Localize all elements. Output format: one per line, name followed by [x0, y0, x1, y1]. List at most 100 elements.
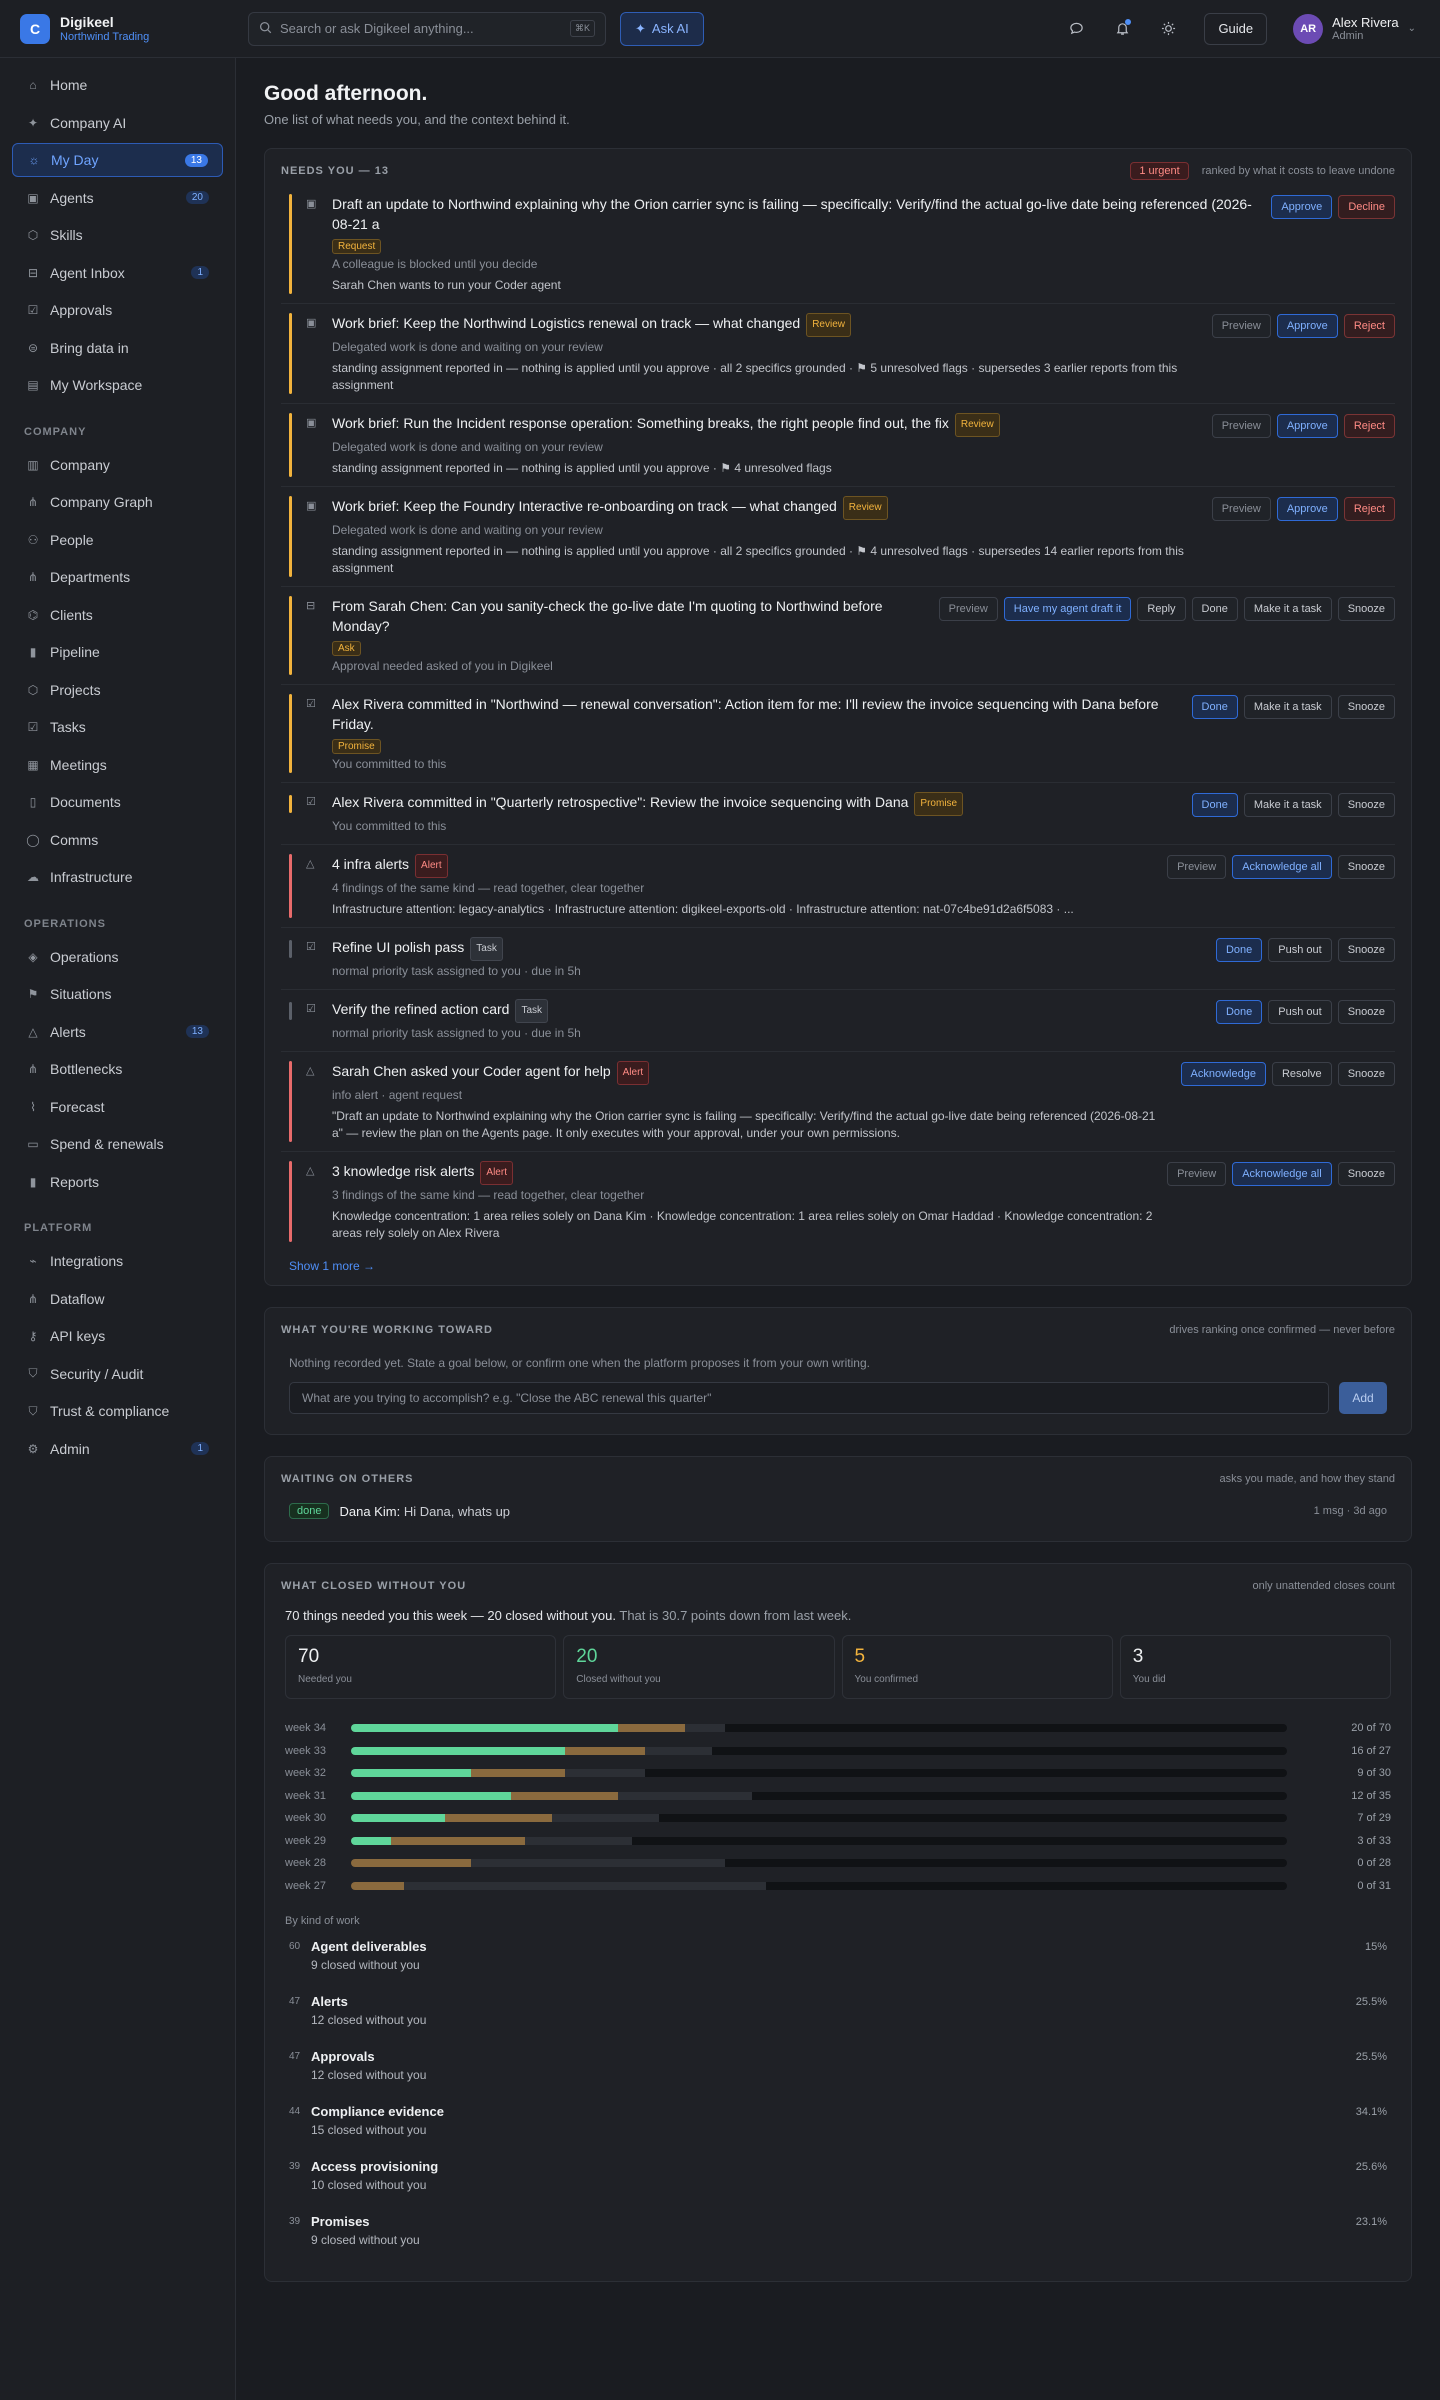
guide-button[interactable]: Guide: [1204, 12, 1268, 45]
acknowledge-button[interactable]: Acknowledge: [1180, 1062, 1266, 1086]
preview-button[interactable]: Preview: [1211, 497, 1271, 521]
reply-button[interactable]: Reply: [1137, 597, 1186, 621]
needs-item[interactable]: △ Sarah Chen asked your Coder agent for h…: [281, 1052, 1395, 1152]
sidebar-item-my-workspace[interactable]: ▤ My Workspace: [12, 368, 223, 402]
snooze-button[interactable]: Snooze: [1337, 855, 1395, 879]
done-button[interactable]: Done: [1191, 793, 1238, 817]
sidebar-item-home[interactable]: ⌂ Home: [12, 68, 223, 102]
make-it-a-task-button[interactable]: Make it a task: [1243, 597, 1332, 621]
sidebar-item-api-keys[interactable]: ⚷ API keys: [12, 1319, 223, 1353]
done-button[interactable]: Done: [1215, 938, 1263, 962]
needs-item[interactable]: △ 4 infra alerts Alert 4 findings of the sa…: [281, 845, 1395, 928]
snooze-button[interactable]: Snooze: [1337, 695, 1395, 719]
kind-row[interactable]: 44 Compliance evidence 15 closed without y…: [281, 2100, 1395, 2155]
needs-item[interactable]: ▣ Work brief: Run the Incident response o…: [281, 404, 1395, 487]
sidebar-item-trust-compliance[interactable]: ⛉ Trust & compliance: [12, 1394, 223, 1428]
needs-item[interactable]: ☑ Alex Rivera committed in "Quarterly ret…: [281, 783, 1395, 845]
user-menu[interactable]: AR Alex Rivera Admin ⌄: [1293, 13, 1416, 44]
sidebar-item-integrations[interactable]: ⌁ Integrations: [12, 1244, 223, 1278]
approve-button[interactable]: Approve: [1276, 414, 1338, 438]
resolve-button[interactable]: Resolve: [1271, 1062, 1332, 1086]
needs-item[interactable]: ☑ Alex Rivera committed in "Northwind — r…: [281, 685, 1395, 783]
snooze-button[interactable]: Snooze: [1337, 1000, 1395, 1024]
sidebar-item-bottlenecks[interactable]: ⋔ Bottlenecks: [12, 1052, 223, 1086]
approve-button[interactable]: Approve: [1271, 195, 1333, 219]
sidebar-item-my-day[interactable]: ☼ My Day 13: [12, 143, 223, 177]
have-my-agent-draft-it-button[interactable]: Have my agent draft it: [1003, 597, 1132, 621]
snooze-button[interactable]: Snooze: [1337, 793, 1395, 817]
sidebar-item-comms[interactable]: ◯ Comms: [12, 823, 223, 857]
done-button[interactable]: Done: [1191, 695, 1238, 719]
acknowledge-all-button[interactable]: Acknowledge all: [1232, 855, 1332, 879]
make-it-a-task-button[interactable]: Make it a task: [1243, 793, 1332, 817]
done-button[interactable]: Done: [1215, 1000, 1263, 1024]
sidebar-item-admin[interactable]: ⚙ Admin 1: [12, 1432, 223, 1466]
sidebar-item-people[interactable]: ⚇ People: [12, 523, 223, 557]
search-input[interactable]: Search or ask Digikeel anything... ⌘K: [248, 11, 606, 46]
sidebar-item-forecast[interactable]: ⌇ Forecast: [12, 1090, 223, 1124]
needs-item[interactable]: ⊟ From Sarah Chen: Can you sanity-check t…: [281, 587, 1395, 685]
approve-button[interactable]: Approve: [1276, 497, 1338, 521]
sidebar-item-infrastructure[interactable]: ☁ Infrastructure: [12, 860, 223, 894]
theme-sun-icon[interactable]: [1158, 19, 1178, 39]
acknowledge-all-button[interactable]: Acknowledge all: [1232, 1162, 1332, 1186]
decline-button[interactable]: Decline: [1338, 195, 1395, 219]
needs-item[interactable]: ▣ Draft an update to Northwind explaining…: [281, 185, 1395, 304]
push-out-button[interactable]: Push out: [1268, 938, 1332, 962]
snooze-button[interactable]: Snooze: [1337, 1062, 1395, 1086]
kind-row[interactable]: 39 Promises 9 closed without you 23.1%: [281, 2210, 1395, 2265]
preview-button[interactable]: Preview: [1167, 855, 1227, 879]
goal-input[interactable]: What are you trying to accomplish? e.g. …: [289, 1382, 1329, 1414]
reject-button[interactable]: Reject: [1343, 414, 1395, 438]
reject-button[interactable]: Reject: [1343, 314, 1395, 338]
sidebar-item-company-ai[interactable]: ✦ Company AI: [12, 106, 223, 140]
push-out-button[interactable]: Push out: [1268, 1000, 1332, 1024]
kind-row[interactable]: 47 Approvals 12 closed without you 25.5%: [281, 2045, 1395, 2100]
sidebar-item-pipeline[interactable]: ▮ Pipeline: [12, 635, 223, 669]
needs-item[interactable]: ☑ Verify the refined action card Task norma…: [281, 990, 1395, 1052]
sidebar-item-documents[interactable]: ▯ Documents: [12, 785, 223, 819]
sidebar-item-agents[interactable]: ▣ Agents 20: [12, 181, 223, 215]
bell-icon[interactable]: [1112, 18, 1132, 39]
ask-ai-button[interactable]: ✦ Ask AI: [620, 11, 704, 46]
sidebar-item-company-graph[interactable]: ⋔ Company Graph: [12, 485, 223, 519]
sidebar-item-bring-data-in[interactable]: ⊜ Bring data in: [12, 331, 223, 365]
done-button[interactable]: Done: [1191, 597, 1238, 621]
kind-row[interactable]: 39 Access provisioning 10 closed without y…: [281, 2155, 1395, 2210]
sidebar-item-alerts[interactable]: △ Alerts 13: [12, 1015, 223, 1049]
sidebar-item-departments[interactable]: ⋔ Departments: [12, 560, 223, 594]
sidebar-item-meetings[interactable]: ▦ Meetings: [12, 748, 223, 782]
sidebar-item-agent-inbox[interactable]: ⊟ Agent Inbox 1: [12, 256, 223, 290]
reject-button[interactable]: Reject: [1343, 497, 1395, 521]
sidebar-item-tasks[interactable]: ☑ Tasks: [12, 710, 223, 744]
sidebar-item-operations[interactable]: ◈ Operations: [12, 940, 223, 974]
kind-row[interactable]: 60 Agent deliverables 9 closed without you…: [281, 1935, 1395, 1990]
make-it-a-task-button[interactable]: Make it a task: [1243, 695, 1332, 719]
brand[interactable]: C Digikeel Northwind Trading: [0, 13, 236, 44]
needs-item[interactable]: ☑ Refine UI polish pass Task normal priorit…: [281, 928, 1395, 990]
sidebar-item-company[interactable]: ▥ Company: [12, 448, 223, 482]
snooze-button[interactable]: Snooze: [1337, 1162, 1395, 1186]
preview-button[interactable]: Preview: [938, 597, 998, 621]
add-goal-button[interactable]: Add: [1339, 1382, 1387, 1414]
kind-row[interactable]: 47 Alerts 12 closed without you 25.5%: [281, 1990, 1395, 2045]
sidebar-item-clients[interactable]: ⌬ Clients: [12, 598, 223, 632]
sidebar-item-security-audit[interactable]: ⛉ Security / Audit: [12, 1357, 223, 1391]
needs-item[interactable]: ▣ Work brief: Keep the Northwind Logistic…: [281, 304, 1395, 404]
sidebar-item-reports[interactable]: ▮ Reports: [12, 1165, 223, 1199]
snooze-button[interactable]: Snooze: [1337, 597, 1395, 621]
preview-button[interactable]: Preview: [1211, 314, 1271, 338]
waiting-item[interactable]: done Dana Kim: Hi Dana, whats up 1 msg ·…: [281, 1485, 1395, 1525]
show-more-link[interactable]: Show 1 more →: [281, 1251, 1395, 1273]
approve-button[interactable]: Approve: [1276, 314, 1338, 338]
chat-icon[interactable]: [1066, 19, 1086, 39]
sidebar-item-approvals[interactable]: ☑ Approvals: [12, 293, 223, 327]
sidebar-item-dataflow[interactable]: ⋔ Dataflow: [12, 1282, 223, 1316]
needs-item[interactable]: △ 3 knowledge risk alerts Alert 3 findings …: [281, 1152, 1395, 1251]
sidebar-item-projects[interactable]: ⬡ Projects: [12, 673, 223, 707]
needs-item[interactable]: ▣ Work brief: Keep the Foundry Interactiv…: [281, 487, 1395, 587]
sidebar-item-situations[interactable]: ⚑ Situations: [12, 977, 223, 1011]
snooze-button[interactable]: Snooze: [1337, 938, 1395, 962]
preview-button[interactable]: Preview: [1211, 414, 1271, 438]
sidebar-item-skills[interactable]: ⬡ Skills: [12, 218, 223, 252]
